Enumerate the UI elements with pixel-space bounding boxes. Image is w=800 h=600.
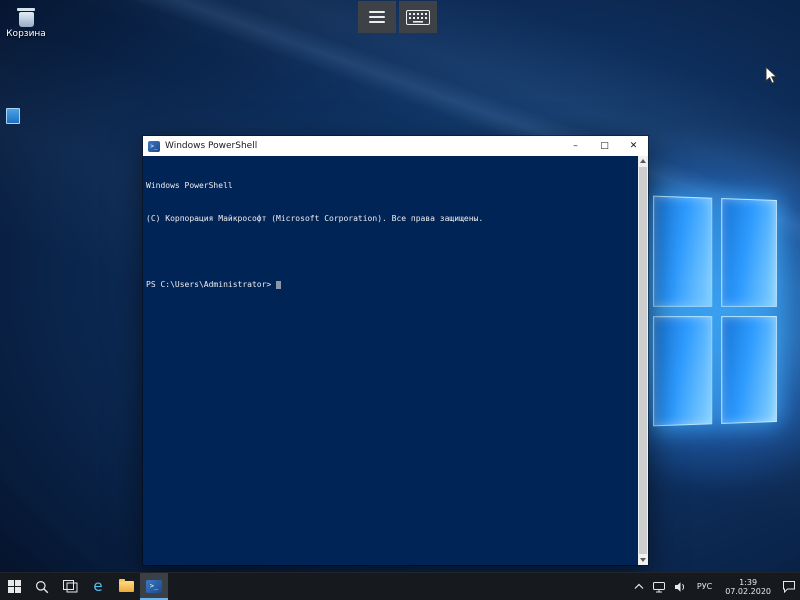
text-cursor xyxy=(276,281,281,289)
scroll-down-icon[interactable] xyxy=(640,558,646,562)
task-view-button[interactable] xyxy=(56,573,84,600)
clock-time: 1:39 xyxy=(739,578,757,587)
close-button[interactable]: ✕ xyxy=(619,136,648,156)
powershell-taskbar-button[interactable]: >_ xyxy=(140,573,168,600)
recycle-bin[interactable]: Корзина xyxy=(3,8,49,40)
powershell-icon: >_ xyxy=(148,141,160,152)
hamburger-icon xyxy=(369,11,385,23)
system-tray: РУС 1:39 07.02.2020 xyxy=(630,573,800,600)
search-button[interactable] xyxy=(28,573,56,600)
scroll-up-icon[interactable] xyxy=(640,159,646,163)
console-line: (C) Корпорация Майкрософт (Microsoft Cor… xyxy=(146,213,634,224)
powershell-window: >_ Windows PowerShell – □ ✕ Windows Powe… xyxy=(143,136,648,565)
console-blank-line xyxy=(146,246,634,257)
desktop-shortcut-icon[interactable] xyxy=(6,108,20,124)
clock[interactable]: 1:39 07.02.2020 xyxy=(718,573,778,600)
console-line: Windows PowerShell xyxy=(146,180,634,191)
internet-explorer-icon: e xyxy=(93,579,102,594)
keyboard-icon xyxy=(406,10,430,25)
window-titlebar[interactable]: >_ Windows PowerShell – □ ✕ xyxy=(143,136,648,156)
minimize-button[interactable]: – xyxy=(561,136,590,156)
scrollbar-thumb[interactable] xyxy=(639,167,647,554)
volume-tray-button[interactable] xyxy=(670,573,691,600)
file-explorer-button[interactable] xyxy=(112,573,140,600)
hidden-icons-button[interactable] xyxy=(630,573,648,600)
start-button[interactable] xyxy=(0,573,28,600)
window-title: Windows PowerShell xyxy=(165,141,257,151)
console-scrollbar[interactable] xyxy=(638,156,648,565)
console-menu-button[interactable] xyxy=(358,1,396,33)
network-icon xyxy=(652,581,666,593)
folder-icon xyxy=(119,581,134,592)
console-keyboard-button[interactable] xyxy=(399,1,437,33)
task-view-icon xyxy=(63,580,78,593)
taskbar: e >_ xyxy=(0,572,800,600)
action-center-icon xyxy=(782,580,796,593)
windows-logo-icon xyxy=(8,580,21,593)
chevron-up-icon xyxy=(634,583,644,590)
recycle-bin-icon xyxy=(3,8,49,27)
action-center-button[interactable] xyxy=(778,573,800,600)
search-icon xyxy=(35,580,49,594)
recycle-bin-label: Корзина xyxy=(3,29,49,40)
desktop: Корзина >_ Windows PowerShell – □ ✕ W xyxy=(0,0,800,600)
volume-icon xyxy=(674,581,687,593)
console-prompt-line: PS C:\Users\Administrator> xyxy=(146,279,634,290)
network-tray-button[interactable] xyxy=(648,573,670,600)
powershell-icon: >_ xyxy=(146,580,162,593)
console-output[interactable]: Windows PowerShell (C) Корпорация Майкро… xyxy=(143,156,648,565)
clock-date: 07.02.2020 xyxy=(725,587,771,596)
console-prompt: PS C:\Users\Administrator> xyxy=(146,280,271,289)
maximize-button[interactable]: □ xyxy=(590,136,619,156)
internet-explorer-button[interactable]: e xyxy=(84,573,112,600)
language-indicator[interactable]: РУС xyxy=(691,573,718,600)
